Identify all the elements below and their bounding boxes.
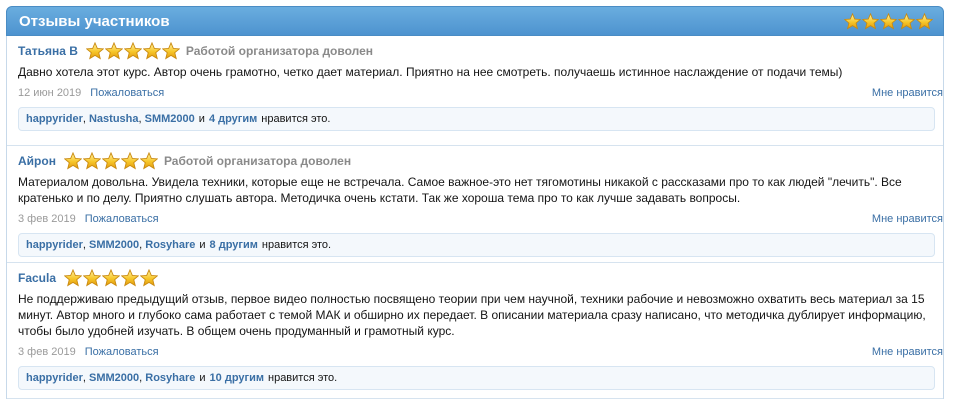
review-rating [64,152,158,170]
like-link[interactable]: Мне нравится [872,213,943,225]
reviews-header: Отзывы участников [6,6,944,36]
review-text: Материалом довольна. Увидела техники, ко… [18,175,902,205]
liker-link[interactable]: Rosyhare [145,372,195,384]
overall-rating [844,13,933,30]
likes-summary: happyrider, SMM2000, Rosyhare и 10 други… [18,366,935,390]
report-link[interactable]: Пожаловаться [85,213,159,225]
review-date: 3 фев 2019 [18,213,76,225]
report-link[interactable]: Пожаловаться [90,87,164,99]
review-rating [64,269,158,287]
reviews-title: Отзывы участников [19,12,170,30]
star-icon [64,269,82,287]
review-author[interactable]: Facula [18,271,56,285]
review-author[interactable]: Татьяна В [18,44,78,58]
likes-and: и [198,113,205,125]
star-icon [83,269,101,287]
liker-link[interactable]: happyrider [26,113,83,125]
review-item: Айрон Работой организатора доволен Матер… [7,146,943,263]
others-link[interactable]: 4 другим [209,113,257,125]
like-link[interactable]: Мне нравится [872,346,943,358]
review-author[interactable]: Айрон [18,154,56,168]
review-date: 3 фев 2019 [18,346,76,358]
review-text: Не поддерживаю предыдущий отзыв, первое … [18,292,926,338]
liker-link[interactable]: SMM2000 [145,113,195,125]
star-icon [121,152,139,170]
review-item: Facula Не поддерживаю предыдущий отзыв, … [7,263,943,399]
review-text: Давно хотела этот курс. Автор очень грам… [18,65,843,79]
liker-link[interactable]: SMM2000 [89,372,139,384]
like-link[interactable]: Мне нравится [872,87,943,99]
star-icon [102,269,120,287]
liker-link[interactable]: happyrider [26,239,83,251]
star-icon [862,13,879,30]
star-icon [880,13,897,30]
others-link[interactable]: 8 другим [210,239,258,251]
star-icon [844,13,861,30]
star-icon [83,152,101,170]
likes-and: и [199,372,206,384]
likes-tail: нравится это. [261,113,331,125]
star-icon [121,269,139,287]
reviews-list: Татьяна В Работой организатора доволен Д… [6,36,944,399]
star-icon [898,13,915,30]
star-icon [124,42,142,60]
star-icon [140,152,158,170]
star-icon [143,42,161,60]
liker-link[interactable]: Nastusha [89,113,139,125]
star-icon [64,152,82,170]
review-status: Работой организатора доволен [163,154,352,168]
review-date: 12 июн 2019 [18,87,82,99]
liker-link[interactable]: SMM2000 [89,239,139,251]
review-status: Работой организатора доволен [185,44,374,58]
liker-link[interactable]: Rosyhare [145,239,195,251]
star-icon [162,42,180,60]
star-icon [102,152,120,170]
likes-summary: happyrider, SMM2000, Rosyhare и 8 другим… [18,233,935,257]
reviews-panel: Отзывы участников Татьяна В Работой орга… [6,6,944,401]
likes-tail: нравится это. [268,372,338,384]
others-link[interactable]: 10 другим [210,372,264,384]
review-item: Татьяна В Работой организатора доволен Д… [7,36,943,146]
liker-link[interactable]: happyrider [26,372,83,384]
star-icon [86,42,104,60]
likes-and: и [199,239,206,251]
likes-summary: happyrider, Nastusha, SMM2000 и 4 другим… [18,107,935,131]
star-icon [105,42,123,60]
review-rating [86,42,180,60]
report-link[interactable]: Пожаловаться [85,346,159,358]
likes-tail: нравится это. [261,239,332,251]
star-icon [140,269,158,287]
star-icon [916,13,933,30]
